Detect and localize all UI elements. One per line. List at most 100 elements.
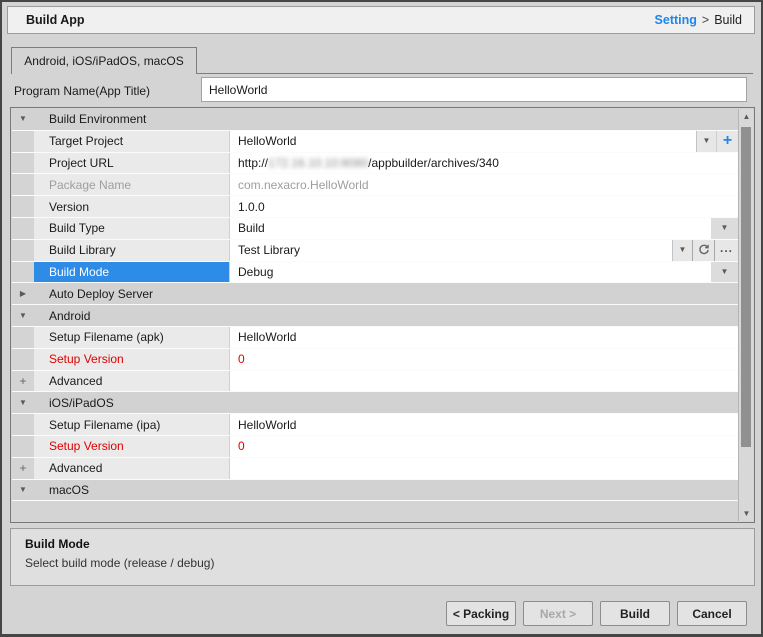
plus-icon: +: [19, 375, 26, 387]
property-value-field[interactable]: [229, 458, 738, 479]
property-grid-rows: ▼Build EnvironmentTarget ProjectHelloWor…: [12, 109, 738, 521]
property-value-text: HelloWorld: [238, 330, 296, 344]
property-value-area: 0: [229, 436, 738, 457]
grid-row-setup-version-15[interactable]: Setup Version0: [12, 436, 738, 458]
property-label: Build Library: [49, 243, 116, 257]
grid-row-project-url-2[interactable]: Project URL http://172.16.10.10:8080/appb…: [12, 153, 738, 175]
breadcrumb-current: Build: [714, 13, 742, 27]
property-value-field[interactable]: HelloWorld: [229, 414, 738, 435]
property-value-field[interactable]: Debug: [229, 262, 711, 283]
project-url-prefix: http://: [238, 156, 268, 170]
description-panel: Build Mode Select build mode (release / …: [10, 528, 755, 586]
property-value-text: 0: [238, 439, 245, 453]
grid-row-package-name-3[interactable]: Package Name com.nexacro.HelloWorld: [12, 174, 738, 196]
build-button[interactable]: Build: [600, 601, 670, 626]
expander-cell[interactable]: +: [12, 371, 34, 392]
program-name-input[interactable]: [201, 77, 747, 102]
dropdown-button[interactable]: ▼: [711, 262, 738, 283]
property-label: Setup Version: [49, 352, 124, 366]
gutter-cell: [12, 196, 34, 217]
dropdown-button[interactable]: ▼: [696, 131, 716, 152]
description-text: Select build mode (release / debug): [25, 556, 740, 570]
property-value-text: Debug: [238, 265, 273, 279]
expander-cell[interactable]: ▼: [12, 480, 34, 501]
expander-cell[interactable]: ▼: [12, 109, 34, 130]
down-arrow-icon: ▼: [743, 510, 751, 518]
collapse-icon: ▼: [19, 312, 27, 320]
property-value-area: com.nexacro.HelloWorld: [229, 174, 738, 195]
grid-row-setup-filename-ipa-14[interactable]: Setup Filename (ipa) HelloWorld: [12, 414, 738, 436]
property-label: Advanced: [49, 374, 102, 388]
property-value-field[interactable]: Test Library: [229, 240, 672, 261]
grid-row-version-4[interactable]: Version1.0.0: [12, 196, 738, 218]
property-label: Project URL: [49, 156, 114, 170]
tab-android-ios-macos[interactable]: Android, iOS/iPadOS, macOS: [11, 47, 197, 74]
dropdown-button[interactable]: ▼: [711, 218, 738, 239]
grid-row-macos-17[interactable]: ▼macOS: [12, 480, 738, 502]
property-value-field[interactable]: com.nexacro.HelloWorld: [229, 174, 738, 195]
grid-row-setup-version-11[interactable]: Setup Version 0: [12, 349, 738, 371]
dialog-title: Build App: [26, 13, 85, 27]
property-value-field[interactable]: [229, 371, 738, 392]
property-value-field[interactable]: HelloWorld: [229, 327, 738, 348]
project-url-redacted: 172.16.10.10:8080: [268, 156, 368, 170]
gutter-cell: [12, 414, 34, 435]
property-label: Setup Filename (apk): [49, 330, 164, 344]
breadcrumb-setting-link[interactable]: Setting: [655, 13, 697, 27]
gutter-cell: [12, 153, 34, 174]
gutter-cell: [12, 240, 34, 261]
grid-row-target-project-1[interactable]: Target ProjectHelloWorld▼+: [12, 131, 738, 153]
property-value-area: [229, 371, 738, 392]
scrollbar-up-button[interactable]: ▲: [739, 109, 754, 124]
scrollbar-thumb[interactable]: [741, 127, 751, 447]
vertical-scrollbar[interactable]: ▲ ▼: [738, 109, 753, 521]
expander-cell[interactable]: ▼: [12, 392, 34, 413]
property-value-field[interactable]: Build: [229, 218, 711, 239]
property-value-field[interactable]: http://172.16.10.10:8080/appbuilder/arch…: [229, 153, 738, 174]
packing-button[interactable]: < Packing: [446, 601, 516, 626]
project-url-suffix: /appbuilder/archives/340: [368, 156, 499, 170]
gutter-cell: [12, 327, 34, 348]
dropdown-button[interactable]: ▼: [672, 240, 692, 261]
property-label-cell: Setup Filename (ipa): [34, 414, 229, 435]
refresh-button[interactable]: [692, 240, 715, 261]
property-value-field[interactable]: 0: [229, 349, 738, 370]
browse-button[interactable]: ...: [715, 240, 738, 261]
property-value-field[interactable]: 0: [229, 436, 738, 457]
section-label: Build Environment: [34, 109, 146, 130]
grid-row-auto-deploy-server-8[interactable]: ▶Auto Deploy Server: [12, 283, 738, 305]
expander-cell[interactable]: +: [12, 458, 34, 479]
property-label: Package Name: [49, 178, 131, 192]
grid-row-setup-filename-apk-10[interactable]: Setup Filename (apk) HelloWorld: [12, 327, 738, 349]
property-value-field[interactable]: HelloWorld: [229, 131, 696, 152]
property-value-field[interactable]: 1.0.0: [229, 196, 738, 217]
dialog-titlebar: Build App Setting > Build: [7, 6, 755, 34]
program-name-label: Program Name(App Title): [14, 84, 150, 98]
property-label: Setup Filename (ipa): [49, 418, 160, 432]
plus-icon: +: [19, 462, 26, 474]
property-value-area: [229, 458, 738, 479]
grid-row-advanced-12[interactable]: + Advanced: [12, 371, 738, 393]
property-label: Advanced: [49, 461, 102, 475]
grid-row-ios-ipados-13[interactable]: ▼iOS/iPadOS: [12, 392, 738, 414]
grid-row-build-mode-7[interactable]: Build Mode Debug ▼: [12, 262, 738, 284]
property-label-cell: Version: [34, 196, 229, 217]
grid-row-android-9[interactable]: ▼Android: [12, 305, 738, 327]
property-label-cell: Build Mode: [34, 262, 229, 283]
add-target-project-button[interactable]: +: [716, 131, 738, 152]
next-button[interactable]: Next >: [523, 601, 593, 626]
grid-row-build-environment-0[interactable]: ▼Build Environment: [12, 109, 738, 131]
scrollbar-down-button[interactable]: ▼: [739, 506, 754, 521]
grid-row-advanced-16[interactable]: + Advanced: [12, 458, 738, 480]
gutter-cell: [12, 349, 34, 370]
chevron-down-icon: ▼: [721, 224, 729, 232]
build-app-dialog: Build App Setting > Build Android, iOS/i…: [0, 0, 763, 637]
grid-row-build-type-5[interactable]: Build TypeBuild▼: [12, 218, 738, 240]
grid-row-build-library-6[interactable]: Build Library Test Library▼...: [12, 240, 738, 262]
description-title: Build Mode: [25, 537, 740, 551]
expander-cell[interactable]: ▶: [12, 283, 34, 304]
cancel-button[interactable]: Cancel: [677, 601, 747, 626]
property-label-cell: Target Project: [34, 131, 229, 152]
expander-cell[interactable]: ▼: [12, 305, 34, 326]
collapse-icon: ▼: [19, 399, 27, 407]
